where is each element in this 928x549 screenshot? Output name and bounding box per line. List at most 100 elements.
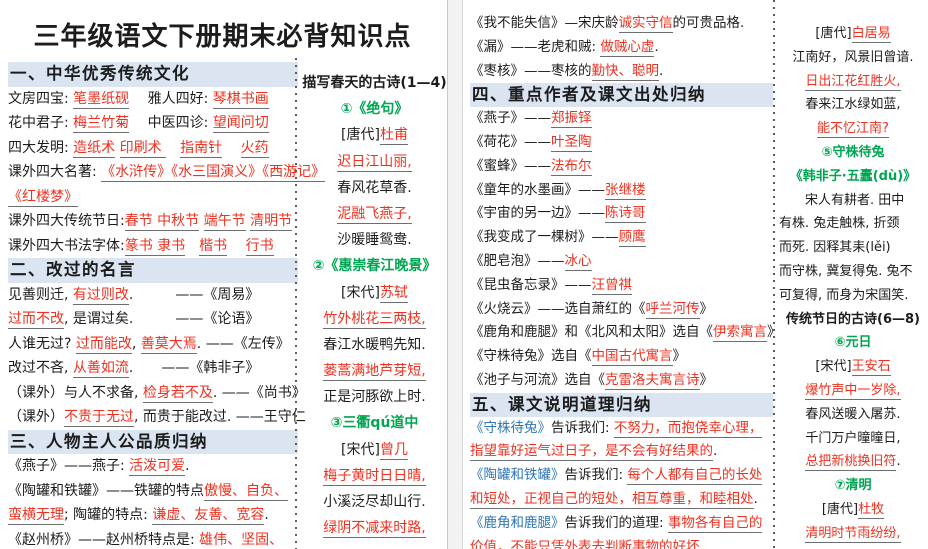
text-segment: 可复得, 而身为宋国笑. <box>779 287 909 303</box>
text-segment: . <box>753 490 758 507</box>
highlighted-term: 傲慢、自负、 <box>204 482 288 501</box>
text-segment: 雅人四好: <box>129 90 213 107</box>
text-segment: 《守株待兔》 <box>470 419 551 436</box>
highlighted-term: 从善如流 <box>72 360 129 378</box>
highlighted-term: 勤快、聪明 <box>591 62 659 81</box>
text-segment: 有株. 兔走触株, 折颈 <box>779 216 900 232</box>
text-segment: 》 <box>672 348 687 365</box>
text-segment: [宋代] <box>341 441 380 458</box>
text-segment <box>199 213 203 229</box>
text-line: 《守株待兔》告诉我们: 不努力，而抱侥幸心理， <box>470 417 773 441</box>
text-line: 《赵州桥》——赵州桥特点是: 雄伟、坚固、 <box>8 528 298 549</box>
highlighted-term: 日出江花红胜火, <box>805 73 901 91</box>
text-line: 梅子黄时日日晴, <box>301 463 448 489</box>
text-line: 宋人有耕者. 田中 <box>779 189 927 213</box>
text-segment: 春风花草香. <box>337 179 412 196</box>
text-segment: [唐代] <box>341 127 380 144</box>
highlighted-term: 总把新桃换旧符 <box>805 454 897 472</box>
section-header: 五、课文说明道理归纳 <box>470 392 773 417</box>
text-segment: 春来江水绿如蓝, <box>805 97 901 113</box>
highlighted-term: 曾几 <box>379 441 408 460</box>
left-main-column: 一、中华优秀传统文化 文房四宝: 笔墨纸砚 雅人四好: 琴棋书画 花中君子: 梅兰竹… <box>8 62 326 549</box>
text-segment: 课外四大书法字体: <box>8 237 125 254</box>
text-line: [宋代]苏轼 <box>301 280 448 306</box>
document-page: 三年级语文下册期末必背知识点 一、中华优秀传统文化 文房四宝: 笔墨纸砚 雅人四好… <box>0 0 928 549</box>
text-line: 《守株待兔》选自《中国古代寓言》 <box>470 345 773 369</box>
page-gutter <box>447 0 463 549</box>
text-line: 《鹿角和鹿腿》和《北风和太阳》选自《伊索寓言》 <box>470 321 781 345</box>
text-segment: [宋代] <box>341 284 380 301</box>
text-line: 《陶罐和铁罐》告诉我们: 每个人都有自己的长处 <box>470 464 773 488</box>
text-segment: ⑥元日 <box>834 335 872 351</box>
text-line: 总把新桃换旧符. <box>779 450 927 474</box>
text-line: 《肥皂泡》——冰心 <box>470 250 773 274</box>
text-segment: 《赵州桥》——赵州桥特点是: <box>8 531 200 548</box>
highlighted-term: 呼兰河传 <box>645 300 700 319</box>
highlighted-term: 检身若不及 <box>142 384 213 403</box>
highlighted-term: 谦虚、友善、宽容 <box>152 507 265 525</box>
text-line: ①《绝句》 <box>301 96 448 122</box>
highlighted-term: 善莫大焉 <box>140 335 197 354</box>
text-line: ⑤守株待兔 <box>779 141 927 165</box>
highlighted-term: 活泼可爱 <box>129 458 186 476</box>
right-main-column: 《我不能失信》—宋庆龄诚实守信的可贵品格. 《漏》——老虎和贼: 做贼心虚. 《枣核… <box>470 12 781 549</box>
text-line: ②《惠崇春江晚景》 <box>301 253 448 279</box>
text-line: 小溪泛尽却山行. <box>301 489 448 515</box>
text-segment: ②《惠崇春江晚景》 <box>312 258 437 275</box>
highlighted-term: 伊索寓言 <box>713 324 767 343</box>
text-segment <box>166 140 180 156</box>
highlighted-term: 望闻问切 <box>212 115 269 133</box>
text-segment: ①《绝句》 <box>340 101 409 118</box>
text-segment: 《鹿角和鹿腿》和《北风和太阳》选自《 <box>470 324 713 341</box>
text-line: 正是河豚欲上时. <box>301 384 448 410</box>
text-line: 春江水暖鸭先知. <box>301 332 448 358</box>
highlighted-term: 王安石 <box>851 359 891 377</box>
text-segment: 《韩非子·五蠹(dù)》 <box>789 168 917 184</box>
text-segment: 《漏》——老虎和贼: <box>470 38 601 55</box>
text-line: 《我不能失信》—宋庆龄诚实守信的可贵品格. <box>470 12 773 36</box>
text-segment: 》 <box>699 300 714 317</box>
text-segment: . ——《尚书》 <box>212 384 306 401</box>
text-line: 《池子与河流》选自《克雷洛夫寓言诗》 <box>470 369 773 393</box>
text-segment: 告诉我们: <box>551 419 614 436</box>
text-segment: 《荷花》—— <box>470 133 551 150</box>
text-segment: ; 陶罐的特点: <box>64 507 153 523</box>
text-line: 《枣核》——枣核的勤快、聪明. <box>470 60 773 84</box>
text-segment: 《我不能失信》—宋庆龄 <box>470 15 619 31</box>
highlighted-term: 诚实守信 <box>618 15 673 33</box>
text-line: 《鹿角和鹿腿》告诉我们的道理: 事物各有自己的 <box>470 512 773 536</box>
column-divider-left <box>295 58 297 549</box>
text-segment: 千门万户曈曈日, <box>805 430 901 446</box>
highlighted-term: 能不忆江南? <box>817 121 889 139</box>
text-segment: 春风送暖入屠苏. <box>805 406 901 422</box>
highlighted-term: 春节 中秋节 <box>124 213 200 231</box>
highlighted-term: 梅子黄时日日晴, <box>323 467 426 486</box>
highlighted-term: 《水浒传》《水三国演义》《西游记》 <box>101 164 326 182</box>
highlighted-term: 冰心 <box>564 252 592 271</box>
highlighted-term: 过而能改 <box>75 335 132 354</box>
section-header: 二、改过的名言 <box>8 258 298 283</box>
section-header: 一、中华优秀传统文化 <box>8 62 298 87</box>
text-line: 《漏》——老虎和贼: 做贼心虚. <box>470 36 773 60</box>
text-line: 有株. 兔走触株, 折颈 <box>779 212 927 236</box>
text-segment: 沙暖睡鸳鸯. <box>337 232 412 249</box>
text-line: 能不忆江南? <box>779 117 927 141</box>
text-segment: 见善则迁, <box>8 286 73 303</box>
highlighted-term: 汪曾祺 <box>591 276 632 295</box>
highlighted-term: 笔墨纸砚 <box>73 90 130 109</box>
text-segment: 《鹿角和鹿腿》 <box>470 514 565 531</box>
text-line: 《昆虫备忘录》——汪曾祺 <box>470 274 773 298</box>
highlighted-term: 爆竹声中一岁除, <box>805 382 901 400</box>
text-line: 课外四大书法字体:篆书 隶书 楷书 行书 <box>8 234 298 259</box>
text-segment: 《燕子》—— <box>470 110 551 127</box>
text-line: 课外四大名著: 《水浒传》《水三国演义》《西游记》 <box>8 160 326 185</box>
highlighted-term: 泥融飞燕子, <box>337 205 412 224</box>
right-poems-column: [唐代]白居易 江南好，风景旧曾谙. 日出江花红胜火, 春来江水绿如蓝, 能不忆江南? ⑤… <box>779 22 927 546</box>
highlighted-term: 叶圣陶 <box>551 133 592 152</box>
text-segment: 告诉我们的道理: <box>564 514 668 531</box>
text-line: 可复得, 而身为宋国笑. <box>779 284 927 308</box>
text-segment: 四、重点作者及课文出处归纳 <box>472 85 706 105</box>
text-segment: . <box>896 454 901 470</box>
text-line: 和短处，正视自己的短处，相互尊重，和睦相处. <box>470 488 773 512</box>
highlighted-term: 蛮横无理 <box>8 507 64 525</box>
